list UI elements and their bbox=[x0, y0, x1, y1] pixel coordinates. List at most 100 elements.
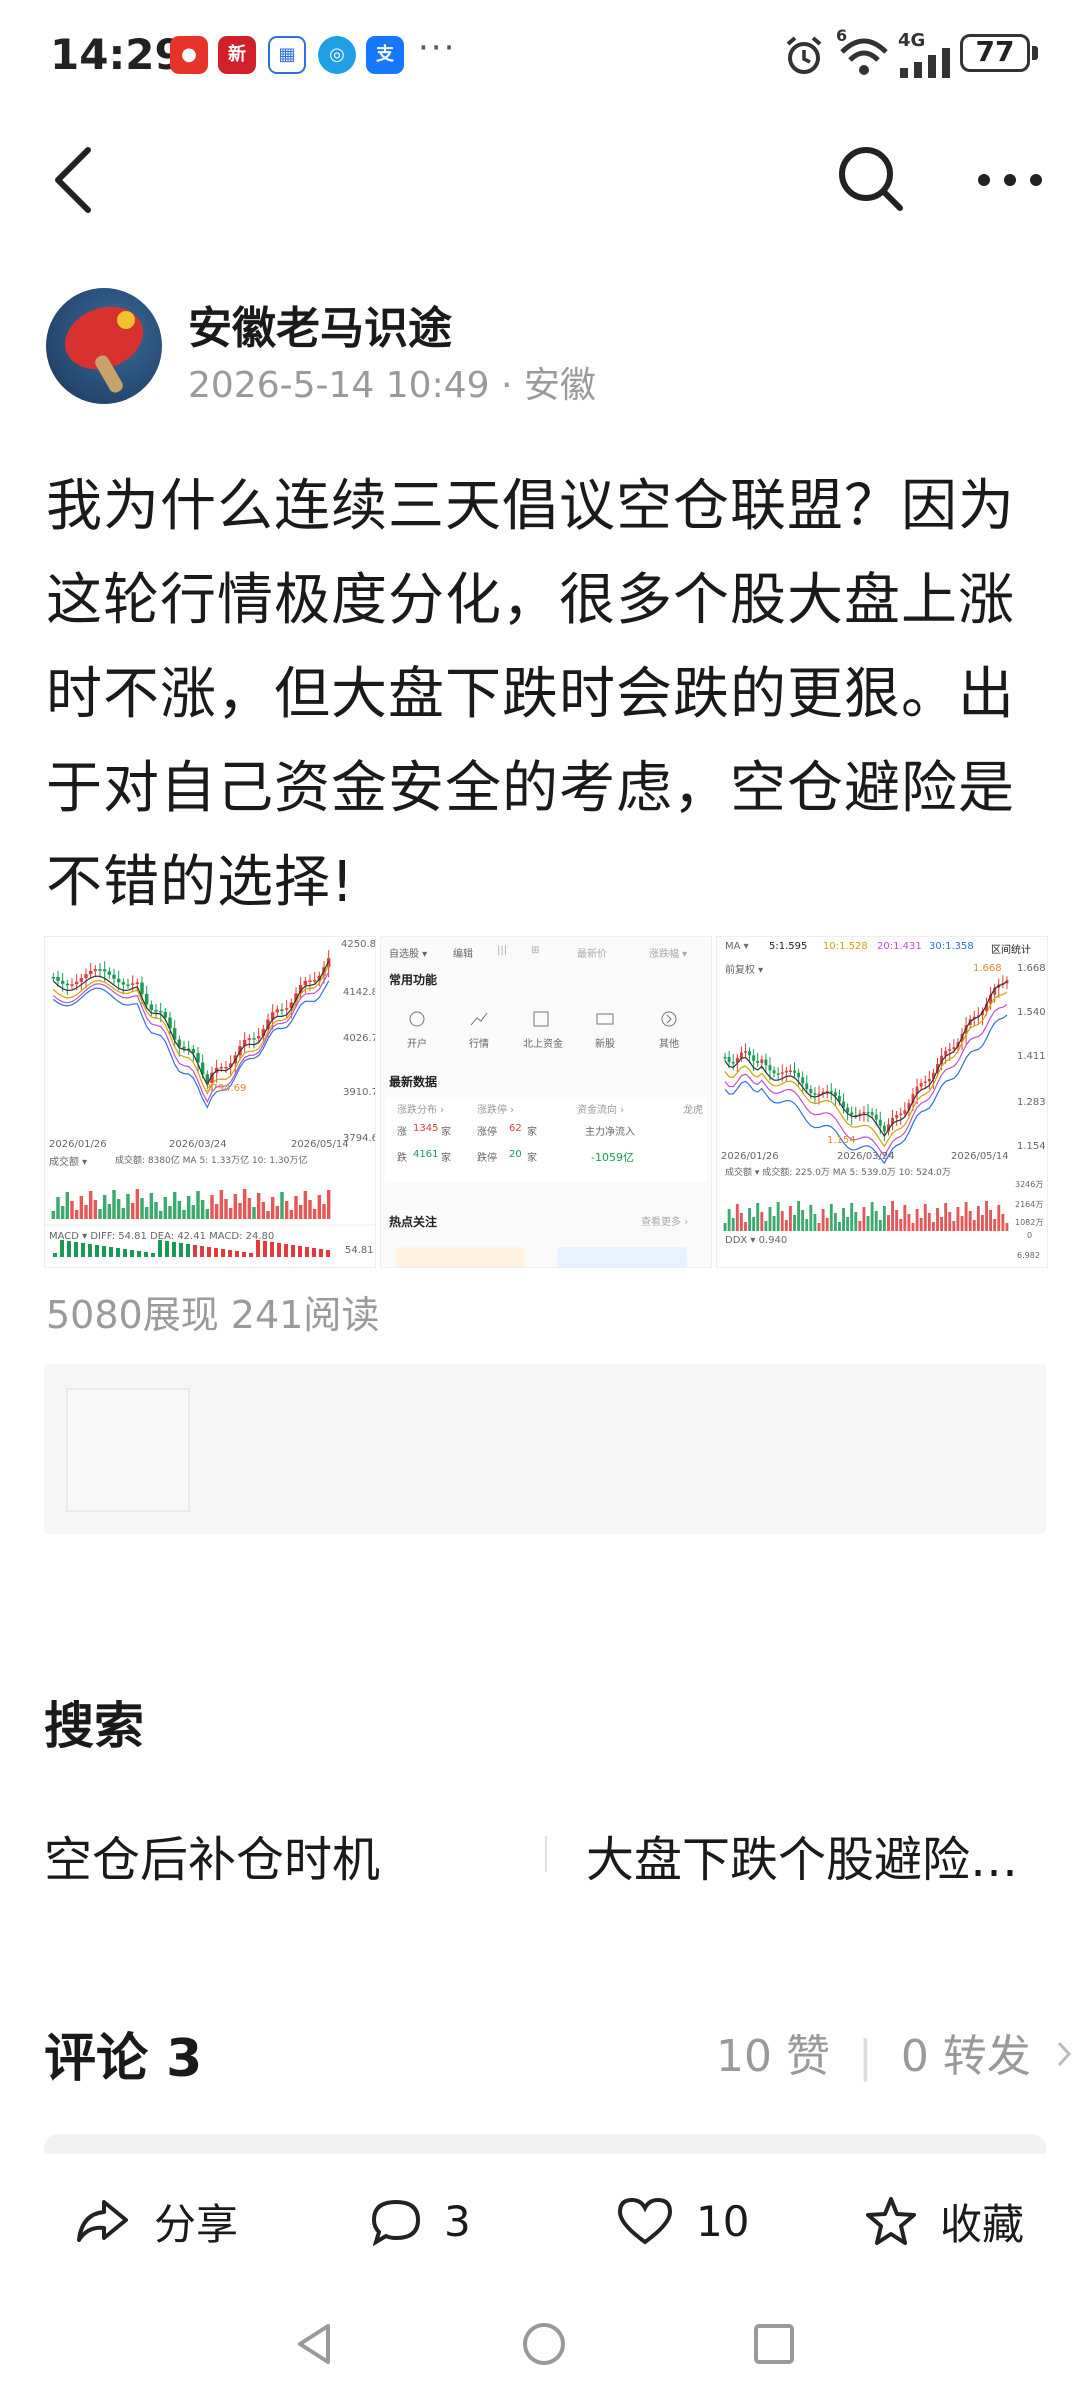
candle-body bbox=[135, 982, 140, 984]
nav-back-icon[interactable] bbox=[292, 2320, 340, 2368]
volume-bar bbox=[256, 1193, 261, 1219]
limit-down-label: 跌停 bbox=[477, 1153, 497, 1164]
chart3-high-mark: 1.668 bbox=[973, 963, 1002, 974]
macd-bar bbox=[88, 1244, 92, 1257]
battery-icon: 77 bbox=[960, 34, 1030, 72]
macd-bar bbox=[207, 1247, 211, 1257]
volume-bar bbox=[88, 1191, 93, 1219]
chart3-range-stats[interactable]: 区间统计 bbox=[991, 941, 1031, 956]
share-button[interactable]: 分享 bbox=[74, 2186, 238, 2256]
macd-bar bbox=[277, 1243, 281, 1257]
volume-bar bbox=[903, 1205, 907, 1231]
candle-body bbox=[275, 1009, 280, 1013]
candle-body bbox=[116, 978, 121, 983]
comments-title: 评论 3 bbox=[44, 2029, 203, 2089]
candle-body bbox=[882, 1125, 886, 1132]
volume-bar bbox=[899, 1219, 903, 1231]
nav-home-icon[interactable] bbox=[520, 2320, 568, 2368]
chart3-low-mark: 1.154 bbox=[827, 1135, 856, 1146]
volume-bar bbox=[838, 1222, 841, 1231]
candle-body bbox=[866, 1112, 870, 1114]
comment-count: 3 bbox=[444, 2196, 471, 2246]
search-icon[interactable] bbox=[830, 138, 910, 218]
volume-bar bbox=[270, 1197, 275, 1219]
volume-bar bbox=[56, 1197, 60, 1219]
candle-body bbox=[154, 1010, 158, 1012]
chart3-date-3: 2026/05/14 bbox=[951, 1151, 1009, 1162]
volume-bar bbox=[98, 1209, 102, 1219]
volume-bar bbox=[944, 1203, 948, 1231]
favorite-button[interactable]: 收藏 bbox=[864, 2186, 1024, 2256]
macd-bar bbox=[67, 1241, 71, 1257]
volume-bar bbox=[210, 1195, 214, 1219]
new-stock-icon bbox=[596, 1013, 614, 1025]
chart1-macd: MACD ▾ DIFF: 54.81 DEA: 42.41 MACD: 24.8… bbox=[49, 1231, 275, 1242]
function-other: 其他 bbox=[659, 1039, 679, 1050]
candle-body bbox=[65, 983, 70, 986]
macd-bar bbox=[137, 1251, 141, 1257]
macd-bar bbox=[221, 1249, 225, 1257]
search-suggestion-1[interactable]: 空仓后补仓时机 bbox=[44, 1820, 380, 1890]
share-icon bbox=[77, 2200, 128, 2242]
volume-bar bbox=[846, 1217, 850, 1231]
author-name[interactable]: 安徽老马识途 bbox=[188, 292, 452, 356]
candle-body bbox=[144, 993, 149, 1005]
volume-bar bbox=[74, 1210, 79, 1219]
forward-count: 0 转发 bbox=[900, 2031, 1031, 2082]
volume-bar bbox=[186, 1196, 191, 1219]
macd-bar bbox=[291, 1245, 295, 1257]
candle-body bbox=[280, 1009, 284, 1011]
volume-bar bbox=[805, 1219, 809, 1231]
candle-body bbox=[862, 1112, 866, 1114]
volume-bar bbox=[60, 1206, 65, 1219]
candle-body bbox=[850, 1112, 854, 1116]
app-section-hot: 热点关注 bbox=[389, 1215, 438, 1229]
author-avatar[interactable] bbox=[46, 288, 162, 404]
nav-recents-icon[interactable] bbox=[750, 2320, 798, 2368]
moving-average-line bbox=[52, 960, 330, 1087]
app-tab-6: 涨跌幅 ▾ bbox=[649, 949, 688, 960]
volume-bar bbox=[891, 1201, 894, 1231]
post-image-app-home[interactable]: 自选股 ▾ 编辑 ||| ⊞ 最新价 涨跌幅 ▾ 常用功能 开户 行情 北上资金… bbox=[380, 936, 712, 1268]
fall-label: 跌 bbox=[397, 1153, 407, 1164]
candle-body bbox=[776, 1073, 780, 1075]
volume-bar bbox=[842, 1208, 845, 1231]
red-news-icon: 新 bbox=[218, 36, 256, 74]
linked-card[interactable] bbox=[44, 1364, 1046, 1534]
volume-bar bbox=[768, 1207, 772, 1231]
macd-bar bbox=[123, 1249, 127, 1257]
post-image-index-chart[interactable]: 4250.86 4142.82 4026.77 3910.73 3794.69 … bbox=[44, 936, 376, 1268]
like-button[interactable]: 10 bbox=[616, 2186, 749, 2256]
volume-bar bbox=[895, 1210, 899, 1231]
volume-bar bbox=[936, 1208, 939, 1231]
volume-bar bbox=[833, 1213, 837, 1231]
fall-unit: 家 bbox=[441, 1153, 451, 1164]
candle-body bbox=[93, 969, 98, 971]
candle-body bbox=[303, 980, 308, 986]
candle-body bbox=[797, 1072, 801, 1078]
volume-bar bbox=[960, 1216, 964, 1231]
star-icon bbox=[866, 2197, 916, 2245]
volume-bar bbox=[200, 1200, 205, 1219]
more-options-icon[interactable] bbox=[970, 140, 1050, 220]
search-divider bbox=[545, 1836, 547, 1872]
volume-bar bbox=[817, 1223, 821, 1231]
macd-bar bbox=[242, 1252, 246, 1257]
share-label: 分享 bbox=[154, 2199, 239, 2249]
candle-body bbox=[952, 1047, 956, 1050]
candle-body bbox=[182, 1046, 186, 1049]
candle-body bbox=[308, 980, 312, 983]
comments-meta[interactable]: 10 赞 | 0 转发 bbox=[716, 2020, 1077, 2084]
macd-bar bbox=[81, 1243, 85, 1257]
volume-bar bbox=[224, 1199, 228, 1219]
volume-bar bbox=[760, 1212, 764, 1231]
back-button[interactable] bbox=[40, 140, 110, 220]
chart3-adjust[interactable]: 前复权 ▾ bbox=[725, 961, 763, 976]
candle-body bbox=[903, 1110, 907, 1114]
search-suggestion-2[interactable]: 大盘下跌个股避险技巧 bbox=[586, 1820, 1026, 1890]
volume-bar bbox=[233, 1194, 238, 1219]
chart3-level-1: 1.668 bbox=[1017, 963, 1046, 974]
comment-button[interactable]: 3 bbox=[370, 2186, 471, 2256]
post-image-stock-chart[interactable]: MA ▾ 5:1.595 10:1.528 20:1.431 30:1.358 … bbox=[716, 936, 1048, 1268]
chart1-date-3: 2026/05/14 bbox=[291, 1139, 349, 1150]
